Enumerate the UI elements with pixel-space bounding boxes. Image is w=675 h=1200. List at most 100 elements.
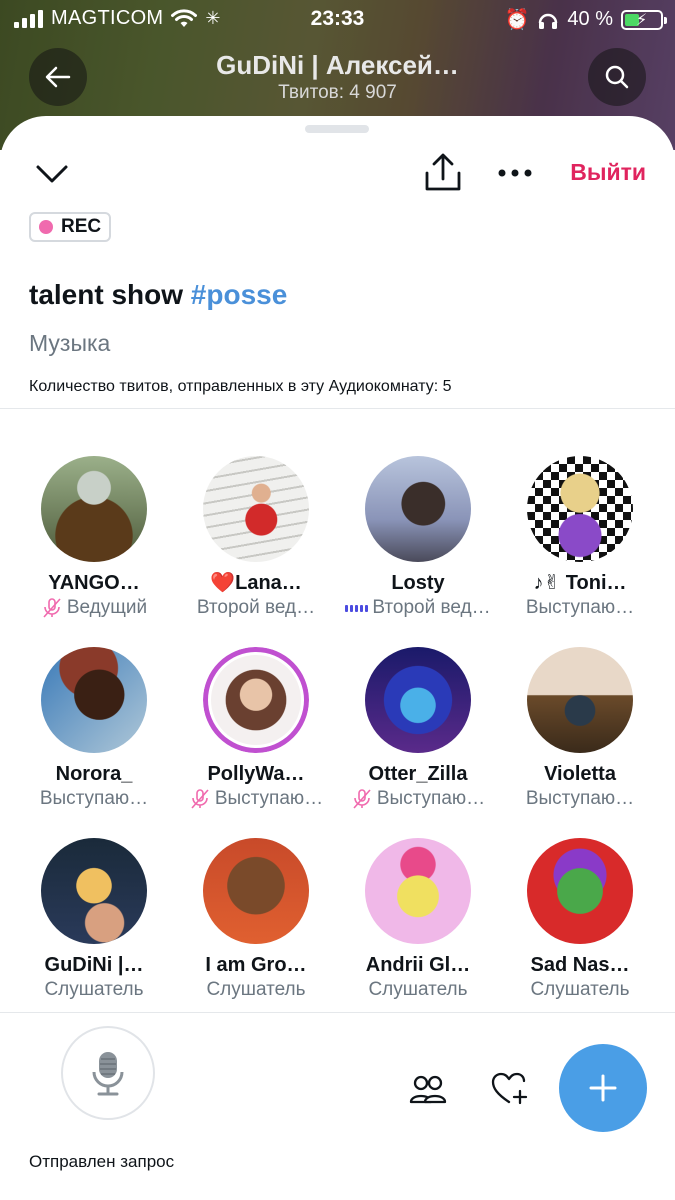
participant-card[interactable]: ❤️Lana… Второй вед…: [175, 456, 337, 620]
participant-name: ♪✌ Toni…: [533, 572, 627, 594]
participant-card[interactable]: Norora_ Выступаю…: [13, 647, 175, 811]
chevron-down-icon: [36, 165, 68, 183]
search-button[interactable]: [588, 48, 646, 106]
participant-role: Слушатель: [499, 978, 661, 1002]
avatar[interactable]: [41, 456, 147, 562]
plus-icon: [589, 1074, 617, 1102]
avatar[interactable]: [41, 647, 147, 753]
speaking-indicator-icon: [345, 604, 369, 612]
leave-button[interactable]: Выйти: [570, 159, 646, 186]
share-icon: [425, 153, 461, 191]
participant-name: GuDiNi |…: [44, 954, 144, 976]
divider: [0, 1012, 675, 1013]
participant-name: YANGO…: [48, 572, 140, 594]
mic-request-button[interactable]: [61, 1026, 155, 1120]
participant-role: Выступаю…: [13, 787, 175, 811]
profile-tweet-count: Твитов: 4 907: [278, 82, 397, 103]
space-topic[interactable]: Музыка: [29, 330, 110, 357]
heart-plus-icon: [491, 1072, 528, 1105]
recording-label: REC: [61, 216, 102, 237]
people-icon: [409, 1075, 447, 1104]
space-title: talent show #posse: [29, 279, 287, 311]
avatar[interactable]: [203, 838, 309, 944]
participant-role: Выступаю…: [337, 787, 499, 811]
participant-role-text: Выступаю…: [39, 788, 149, 809]
participant-name: I am Gro…: [205, 954, 307, 976]
participant-card[interactable]: Sad Nas… Слушатель: [499, 838, 661, 1002]
avatar[interactable]: [365, 647, 471, 753]
participant-role-text: Слушатель: [530, 979, 630, 1000]
participant-role-text: Второй вед…: [372, 597, 491, 618]
participant-role-text: Выступаю…: [525, 597, 635, 618]
reaction-button[interactable]: [488, 1069, 532, 1109]
participant-name: Sad Nas…: [530, 954, 630, 976]
participant-role: Слушатель: [175, 978, 337, 1002]
mic-muted-icon: [43, 598, 61, 618]
participant-role: Слушатель: [13, 978, 175, 1002]
participant-role-text: Второй вед…: [196, 597, 316, 618]
participant-role: Выступаю…: [499, 596, 661, 620]
participant-role: Выступаю…: [499, 787, 661, 811]
participant-card[interactable]: PollyWa… Выступаю…: [175, 647, 337, 811]
participant-role-text: Выступаю…: [214, 788, 324, 809]
participant-role-text: Выступаю…: [525, 788, 635, 809]
participant-role: Второй вед…: [337, 596, 499, 620]
battery-icon: ⚡: [621, 9, 667, 30]
participant-role: Слушатель: [337, 978, 499, 1002]
compose-button[interactable]: [559, 1044, 647, 1132]
profile-nav-row: GuDiNi | Алексей… Твитов: 4 907: [0, 45, 675, 109]
participant-role-text: Слушатель: [368, 979, 468, 1000]
space-title-text: talent show: [29, 279, 191, 310]
participant-card[interactable]: Violetta Выступаю…: [499, 647, 661, 811]
participant-name: Violetta: [544, 763, 616, 785]
alarm-icon: ⏰: [504, 9, 530, 31]
participant-card[interactable]: Otter_Zilla Выступаю…: [337, 647, 499, 811]
participant-name: ❤️Lana…: [210, 572, 302, 594]
participant-card[interactable]: ♪✌ Toni… Выступаю…: [499, 456, 661, 620]
avatar[interactable]: [203, 456, 309, 562]
participant-role: Ведущий: [13, 596, 175, 620]
participant-role-text: Ведущий: [66, 597, 148, 618]
request-status-label: Отправлен запрос: [29, 1152, 175, 1171]
battery-percent: 40 %: [567, 8, 613, 30]
headphones-icon: [539, 13, 558, 29]
avatar[interactable]: [365, 456, 471, 562]
avatar[interactable]: [365, 838, 471, 944]
participant-card[interactable]: YANGO… Ведущий: [13, 456, 175, 620]
participant-name: Norora_: [55, 763, 133, 785]
avatar[interactable]: [41, 838, 147, 944]
space-hashtag-link[interactable]: #posse: [191, 279, 288, 310]
participant-card[interactable]: GuDiNi |… Слушатель: [13, 838, 175, 1002]
participant-name: Otter_Zilla: [368, 763, 468, 785]
search-icon: [605, 65, 629, 89]
participant-name: Losty: [391, 572, 445, 594]
participant-name: PollyWa…: [207, 763, 305, 785]
more-horizontal-icon: [498, 169, 532, 177]
participant-card[interactable]: I am Gro… Слушатель: [175, 838, 337, 1002]
space-tweet-count[interactable]: Количество твитов, отправленных в эту Ау…: [29, 378, 452, 396]
recording-dot-icon: [39, 220, 53, 234]
participant-card[interactable]: Andrii Gl… Слушатель: [337, 838, 499, 1002]
participant-card[interactable]: Losty Второй вед…: [337, 456, 499, 620]
space-sheet: Выйти REC talent show #posse Музыка Коли…: [0, 116, 675, 1200]
participant-role-text: Слушатель: [44, 979, 144, 1000]
collapse-button[interactable]: [32, 156, 72, 192]
avatar[interactable]: [203, 647, 309, 753]
status-bar: MAGTICOM ✳ 23:33 ⏰ 40 % ⚡: [0, 0, 675, 38]
participants-button[interactable]: [406, 1069, 450, 1109]
participant-role-text: Выступаю…: [376, 788, 486, 809]
profile-title: GuDiNi | Алексей…: [216, 50, 459, 80]
mic-muted-icon: [353, 789, 371, 809]
mic-muted-icon: [191, 789, 209, 809]
share-button[interactable]: [422, 152, 464, 194]
participant-role: Второй вед…: [175, 596, 337, 620]
participant-role: Выступаю…: [175, 787, 337, 811]
sheet-grabber[interactable]: [305, 125, 369, 133]
more-options-button[interactable]: [494, 156, 536, 190]
avatar[interactable]: [527, 647, 633, 753]
avatar[interactable]: [527, 456, 633, 562]
microphone-icon: [92, 1052, 124, 1096]
participant-name: Andrii Gl…: [365, 954, 471, 976]
recording-badge: REC: [29, 212, 112, 242]
avatar[interactable]: [527, 838, 633, 944]
